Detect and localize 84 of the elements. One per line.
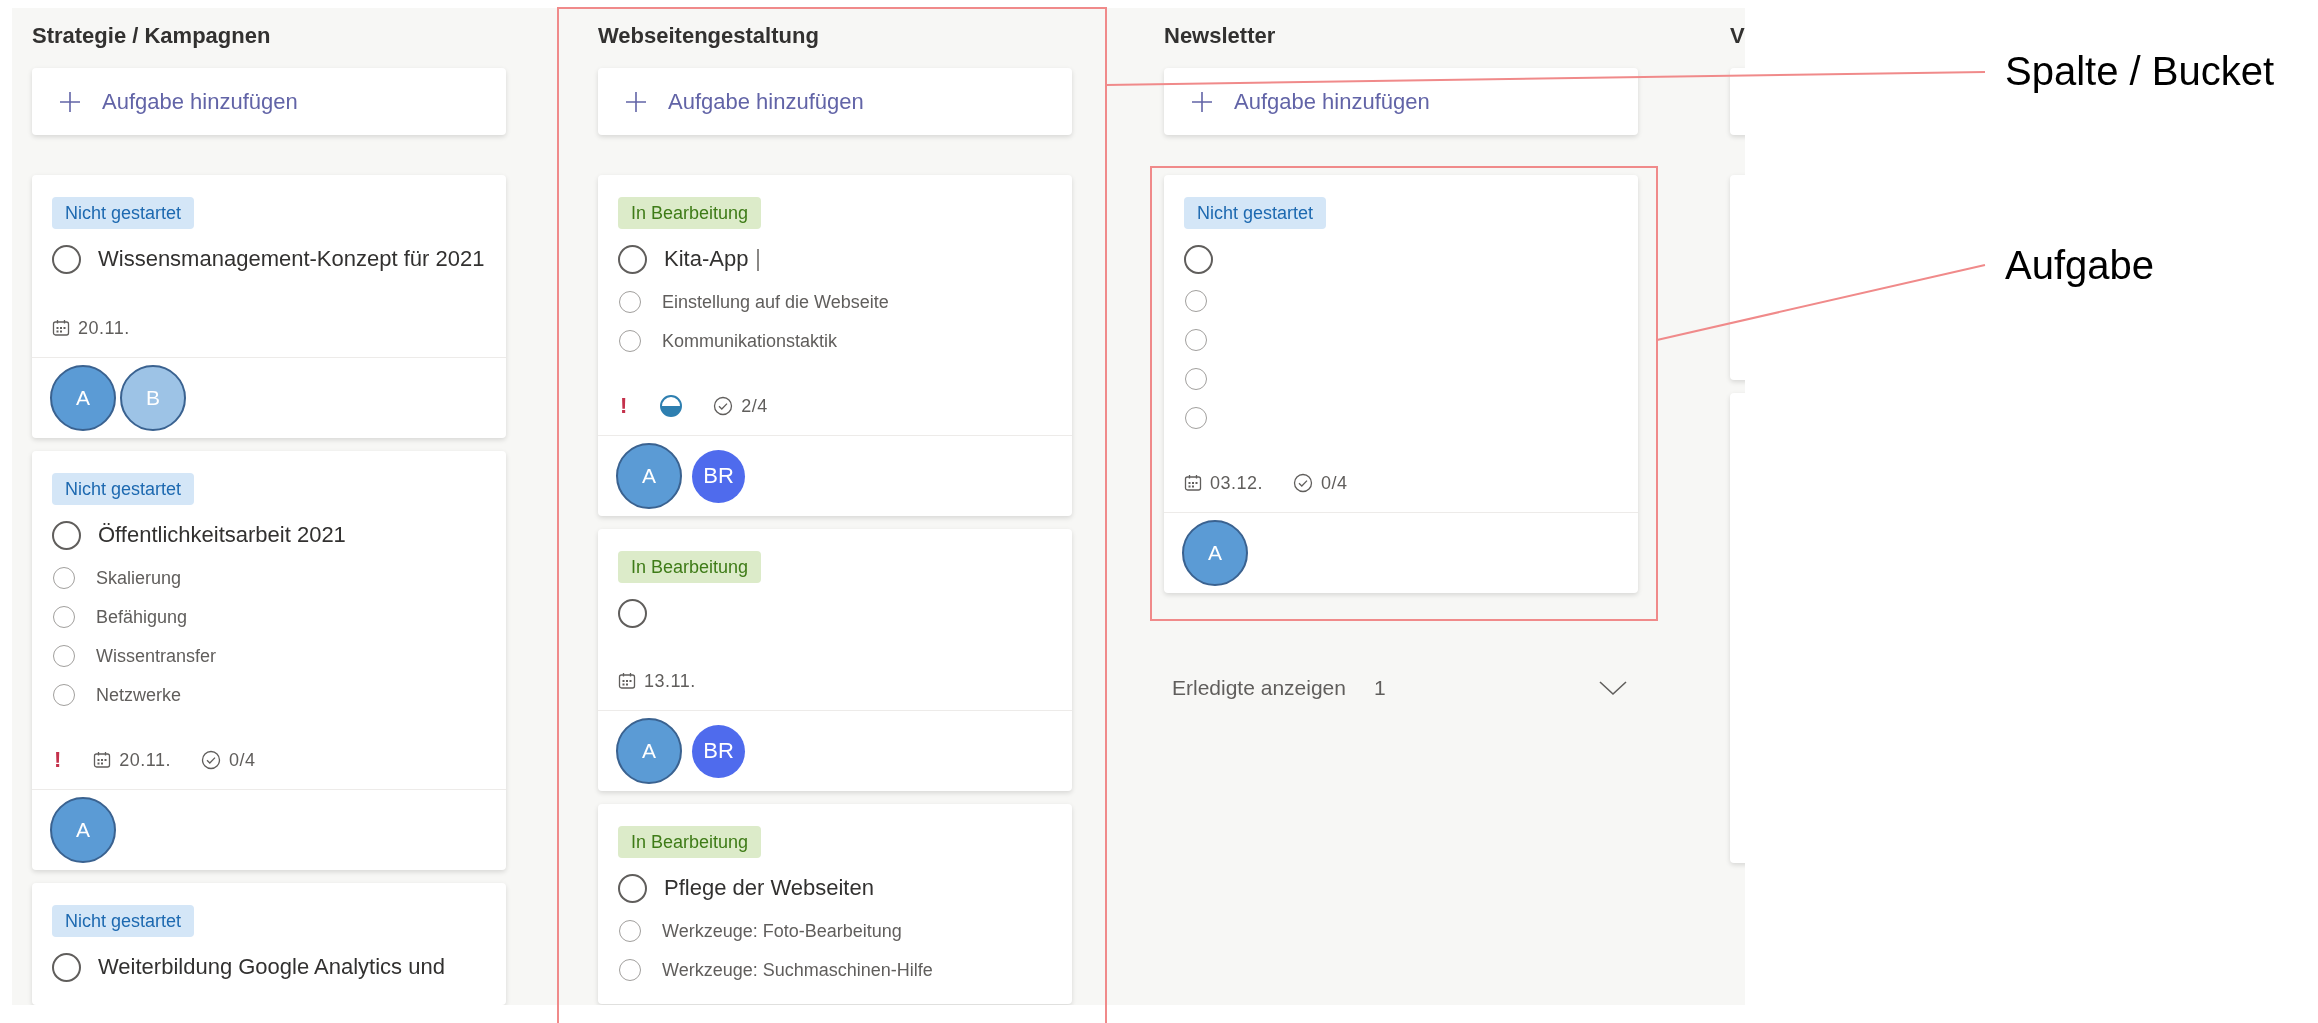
- due-date: 20.11.: [78, 317, 130, 339]
- status-tag: Nicht gestartet: [1184, 197, 1327, 229]
- avatar: BR: [692, 449, 745, 503]
- task-title: Kita-App: [664, 245, 749, 273]
- priority-mark: !: [619, 393, 629, 419]
- status-tag: In Bearbeitung: [618, 826, 762, 858]
- checklist-icon: [201, 750, 222, 770]
- avatar: A: [50, 365, 116, 431]
- avatar: A: [616, 718, 682, 784]
- checklist-item: Werkzeuge: Suchmaschinen-Hilfe: [662, 959, 933, 982]
- column-title: Webseitengestaltung: [598, 22, 820, 50]
- task-card[interactable]: Nicht gestartet 03.12. 0/4 A: [1164, 175, 1638, 593]
- avatar: B: [120, 365, 186, 431]
- calendar-icon: [52, 319, 70, 337]
- checklist-item: Einstellung auf die Webseite: [662, 291, 889, 314]
- checkbox[interactable]: [1185, 290, 1207, 312]
- column-title: Strategie / Kampagnen: [32, 22, 272, 50]
- task-card[interactable]: Nicht gestartet Öffentlichkeitsarbeit 2021 Skalierung Befähigung Wissentransfer Netzwerke ! 20.11. 0/4 A: [32, 451, 506, 870]
- status-tag: In Bearbeitung: [618, 551, 762, 583]
- avatar: A: [616, 443, 682, 509]
- checklist-item: Befähigung: [96, 606, 188, 629]
- checkbox[interactable]: [53, 645, 75, 667]
- calendar-icon: [618, 672, 636, 690]
- checkbox[interactable]: [619, 291, 641, 313]
- checkbox[interactable]: [52, 521, 81, 550]
- due-date: 03.12.: [1210, 472, 1264, 494]
- column-title: Newsletter: [1164, 22, 1277, 50]
- checkbox[interactable]: [52, 245, 81, 274]
- status-tag: Nicht gestartet: [52, 473, 195, 505]
- calendar-icon: [1184, 474, 1202, 492]
- task-card[interactable]: In Bearbeitung 13.11. A BR: [598, 529, 1072, 791]
- task-title: Wissensmanagement-Konzept für 2021: [98, 245, 485, 273]
- checklist-item: Skalierung: [96, 567, 182, 590]
- status-tag: In Bearbeitung: [618, 197, 762, 229]
- checklist-icon: [1293, 473, 1314, 493]
- plus-icon: [1190, 89, 1214, 114]
- checkbox[interactable]: [618, 245, 647, 274]
- checkbox[interactable]: [1185, 407, 1207, 429]
- checkbox[interactable]: [618, 599, 647, 628]
- checklist-count: 0/4: [1321, 472, 1348, 494]
- avatar: A: [1182, 520, 1248, 586]
- callout-label: Spalte / Bucket: [2005, 48, 2275, 94]
- checkbox[interactable]: [52, 953, 81, 982]
- checkbox[interactable]: [619, 959, 641, 981]
- show-completed-toggle[interactable]: Erledigte anzeigen 1: [1164, 666, 1638, 710]
- checkbox[interactable]: [1185, 368, 1207, 390]
- checkbox[interactable]: [619, 920, 641, 942]
- add-task-button[interactable]: Aufgabe hinzufügen: [1164, 68, 1638, 135]
- checklist-item: Kommunikationstaktik: [662, 330, 838, 353]
- checklist-count: 0/4: [229, 749, 256, 771]
- checkbox[interactable]: [53, 567, 75, 589]
- checkbox[interactable]: [618, 874, 647, 903]
- task-title: Weiterbildung Google Analytics und: [98, 953, 445, 981]
- add-task-button[interactable]: Aufgabe hinzufügen: [598, 68, 1072, 135]
- priority-mark: !: [53, 747, 63, 773]
- task-card[interactable]: In Bearbeitung Pflege der Webseiten Werkzeuge: Foto-Bearbeitung Werkzeuge: Suchmaschinen-Hilfe: [598, 804, 1072, 1004]
- task-card[interactable]: Nicht gestartet Wissensmanagement-Konzept für 2021 20.11. A B: [32, 175, 506, 438]
- avatar: A: [50, 797, 116, 863]
- checkbox[interactable]: [1184, 245, 1213, 274]
- calendar-icon: [93, 751, 112, 769]
- checkbox[interactable]: [53, 684, 75, 706]
- due-date: 13.11.: [644, 670, 696, 692]
- add-task-button[interactable]: Aufgabe hinzufügen: [32, 68, 506, 135]
- task-title: Pflege der Webseiten: [664, 874, 874, 902]
- plus-icon: [58, 89, 82, 114]
- column-title: V: [1730, 22, 1745, 50]
- task-card[interactable]: In Bearbeitung Kita-App Einstellung auf die Webseite Kommunikationstaktik ! 2/4 A BR: [598, 175, 1072, 516]
- due-date: 20.11.: [119, 749, 172, 771]
- avatar: BR: [692, 724, 745, 778]
- task-title: Öffentlichkeitsarbeit 2021: [98, 521, 346, 549]
- checkbox[interactable]: [1185, 329, 1207, 351]
- checklist-icon: [713, 396, 734, 416]
- plus-icon: [624, 89, 648, 114]
- checklist-item: Wissentransfer: [96, 645, 217, 668]
- checklist-count: 2/4: [741, 395, 768, 417]
- status-tag: Nicht gestartet: [52, 197, 195, 229]
- task-card[interactable]: Nicht gestartet Weiterbildung Google Analytics und: [32, 883, 506, 1005]
- status-tag: Nicht gestartet: [52, 905, 195, 937]
- checklist-item: Netzwerke: [96, 684, 182, 707]
- checkbox[interactable]: [619, 330, 641, 352]
- checkbox[interactable]: [53, 606, 75, 628]
- callout-label: Aufgabe: [2005, 242, 2155, 288]
- chevron-down-icon: [1598, 679, 1628, 697]
- checklist-item: Werkzeuge: Foto-Bearbeitung: [662, 920, 902, 943]
